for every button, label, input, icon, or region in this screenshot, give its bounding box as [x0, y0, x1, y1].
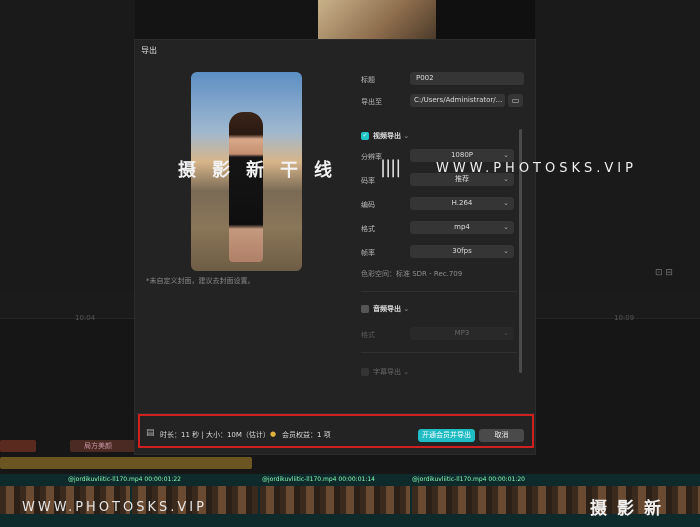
- color-space-info: 色彩空间：标准 SDR - Rec.709: [361, 270, 463, 278]
- video-export-toggle[interactable]: ✓ 视频导出 ⌄: [361, 131, 409, 141]
- audio-clip[interactable]: [0, 457, 252, 469]
- member-value: 1 项: [317, 431, 331, 439]
- codec-select[interactable]: H.264 ⌄: [410, 197, 514, 210]
- video-clip-frames: [260, 486, 410, 514]
- section-divider: [361, 291, 517, 292]
- codec-label: 编码: [361, 201, 375, 209]
- resolution-label: 分辨率: [361, 153, 382, 161]
- format-select[interactable]: mp4 ⌄: [410, 221, 514, 234]
- watermark-url: WWW.PHOTOSKS.VIP: [436, 161, 637, 176]
- chevron-down-icon: ⌄: [503, 247, 509, 255]
- subtitle-export-label: 字幕导出: [373, 368, 401, 376]
- preview-area: [436, 0, 535, 40]
- checkbox-unchecked-icon[interactable]: [361, 368, 369, 376]
- framerate-select[interactable]: 30fps ⌄: [410, 245, 514, 258]
- section-divider: [361, 352, 517, 353]
- ruler-tick: 10:04: [75, 314, 96, 322]
- info-icon[interactable]: ●: [270, 430, 276, 438]
- watermark-logo-bars: ||||: [380, 157, 401, 178]
- ruler-tick: 10:09: [614, 314, 635, 322]
- video-clip-label: @jordikuvliitic-ll170.mp4 00:00:01:22: [68, 476, 181, 483]
- effect-clip[interactable]: [0, 440, 36, 452]
- watermark-cn: 摄影新干线: [178, 160, 348, 181]
- cover-subject: [229, 112, 263, 262]
- export-path-input[interactable]: C:/Users/Administrator/...: [410, 94, 505, 107]
- dialog-title: 导出: [141, 46, 157, 55]
- duration-label: 时长：: [160, 431, 181, 439]
- framerate-value: 30fps: [452, 247, 472, 255]
- video-export-label: 视频导出: [373, 132, 401, 140]
- checkbox-unchecked-icon[interactable]: [361, 305, 369, 313]
- audio-format-value: MP3: [454, 329, 470, 337]
- bitrate-label: 码率: [361, 177, 375, 185]
- size-label: 大小：: [205, 431, 227, 439]
- member-benefits[interactable]: 会员权益：1 项: [282, 430, 331, 440]
- folder-icon[interactable]: ▭: [508, 94, 523, 107]
- format-label: 格式: [361, 225, 375, 233]
- cover-note: *未自定义封面，建议去封面设置。: [146, 277, 255, 285]
- effect-clip-beauty[interactable]: 局方美颜: [70, 440, 140, 452]
- right-panel-background: [535, 0, 700, 292]
- zoom-fit-icon[interactable]: ⊡ ⊟: [655, 268, 673, 278]
- watermark-url-bottom: WWW.PHOTOSKS.VIP: [22, 500, 207, 515]
- chevron-down-icon: ⌄: [503, 329, 509, 337]
- audio-export-toggle[interactable]: 音频导出 ⌄: [361, 304, 409, 314]
- export-to-label: 导出至: [361, 98, 382, 106]
- member-export-button[interactable]: 开通会员并导出: [418, 429, 475, 442]
- chevron-down-icon: ⌄: [503, 223, 509, 231]
- export-summary: 时长：11 秒 | 大小：10M（估计）: [160, 431, 270, 439]
- audio-format-select[interactable]: MP3 ⌄: [410, 327, 514, 340]
- duration-value: 11 秒: [181, 431, 200, 439]
- format-value: mp4: [454, 223, 470, 231]
- framerate-label: 帧率: [361, 249, 375, 257]
- member-label: 会员权益：: [282, 431, 317, 439]
- title-input[interactable]: P002: [410, 72, 524, 85]
- film-icon: ▤: [146, 428, 155, 438]
- codec-value: H.264: [451, 199, 473, 207]
- chevron-down-icon: ⌄: [503, 199, 509, 207]
- audio-export-label: 音频导出: [373, 305, 401, 313]
- resolution-value: 1080P: [450, 151, 474, 159]
- video-clip-label: @jordikuvliitic-ll170.mp4 00:00:01:20: [412, 476, 525, 483]
- cancel-button[interactable]: 取消: [479, 429, 524, 442]
- left-panel-background: [0, 0, 135, 292]
- audio-format-label: 格式: [361, 331, 375, 339]
- title-label: 标题: [361, 76, 375, 84]
- effect-clip-label: 局方美颜: [84, 442, 112, 450]
- bitrate-value: 推荐: [455, 175, 469, 183]
- preview-thumbnail: [318, 0, 436, 40]
- size-value: 10M（估计）: [226, 431, 270, 439]
- video-clip-label: @jordikuvliitic-ll170.mp4 00:00:01:14: [262, 476, 375, 483]
- watermark-cn-bottom: 摄影新: [590, 499, 671, 519]
- checkbox-checked-icon[interactable]: ✓: [361, 132, 369, 140]
- subtitle-export-toggle[interactable]: 字幕导出 ⌄: [361, 367, 409, 377]
